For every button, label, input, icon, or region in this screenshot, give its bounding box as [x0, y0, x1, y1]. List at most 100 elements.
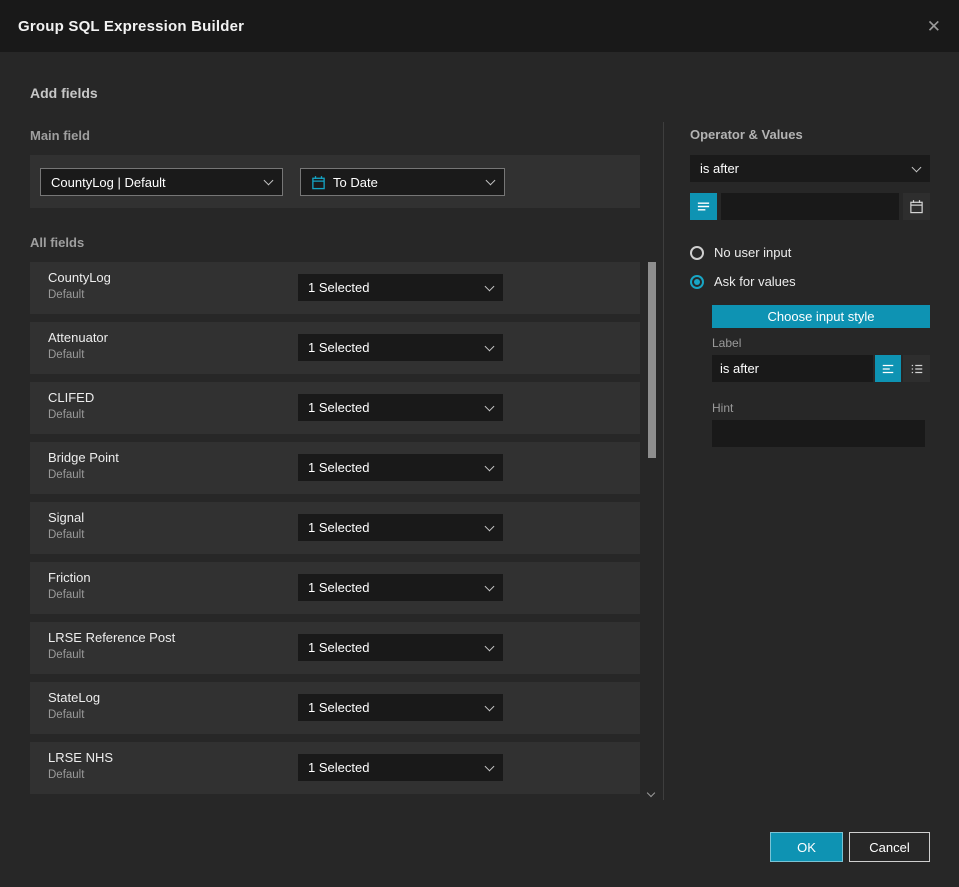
field-subtitle: Default: [48, 289, 85, 301]
chevron-down-icon: [484, 521, 495, 531]
field-selection-select[interactable]: 1 Selected: [298, 754, 503, 781]
list-scrollbar[interactable]: [648, 262, 656, 786]
field-subtitle: Default: [48, 649, 85, 661]
chevron-down-icon: [484, 461, 495, 471]
operator-values-heading: Operator & Values: [690, 127, 803, 142]
field-subtitle: Default: [48, 589, 85, 601]
label-input[interactable]: [712, 355, 873, 382]
chevron-down-icon: [484, 401, 495, 411]
all-fields-list: CountyLog Default 1 Selected Attenuator …: [30, 262, 640, 802]
field-selection-select[interactable]: 1 Selected: [298, 394, 503, 421]
date-picker-button[interactable]: [903, 193, 930, 220]
date-field-select-value: To Date: [333, 174, 378, 190]
dialog-titlebar: Group SQL Expression Builder ✕: [0, 0, 959, 52]
field-subtitle: Default: [48, 529, 85, 541]
ok-button[interactable]: OK: [770, 832, 843, 862]
operator-select-value: is after: [700, 161, 740, 176]
field-row: LRSE NHS Default 1 Selected: [30, 742, 640, 794]
chevron-down-icon: [484, 641, 495, 651]
hint-input[interactable]: [712, 420, 925, 447]
chevron-down-icon: [484, 581, 495, 591]
calendar-icon: [311, 175, 326, 190]
operator-select[interactable]: is after: [690, 155, 930, 182]
field-subtitle: Default: [48, 349, 85, 361]
radio-selected-icon: [690, 274, 704, 289]
chevron-down-icon: [484, 761, 495, 771]
field-selection-value: 1 Selected: [308, 520, 370, 535]
field-row: Bridge Point Default 1 Selected: [30, 442, 640, 494]
field-selection-value: 1 Selected: [308, 580, 370, 595]
field-name: Bridge Point: [48, 450, 119, 465]
all-fields-label: All fields: [30, 235, 85, 250]
field-name: LRSE Reference Post: [48, 630, 176, 645]
value-input[interactable]: [721, 193, 899, 220]
field-selection-select[interactable]: 1 Selected: [298, 514, 503, 541]
scrollbar-thumb[interactable]: [648, 262, 656, 458]
panel-divider: [663, 122, 664, 800]
field-subtitle: Default: [48, 709, 85, 721]
field-row: Signal Default 1 Selected: [30, 502, 640, 554]
field-subtitle: Default: [48, 769, 85, 781]
field-selection-value: 1 Selected: [308, 400, 370, 415]
main-field-select-value: CountyLog | Default: [51, 174, 166, 190]
field-selection-select[interactable]: 1 Selected: [298, 334, 503, 361]
list-input-icon: [910, 362, 924, 376]
field-selection-select[interactable]: 1 Selected: [298, 454, 503, 481]
field-selection-value: 1 Selected: [308, 640, 370, 655]
cancel-button[interactable]: Cancel: [849, 832, 930, 862]
calendar-icon: [909, 199, 924, 214]
field-selection-select[interactable]: 1 Selected: [298, 694, 503, 721]
chevron-down-icon: [263, 175, 274, 186]
main-field-label: Main field: [30, 128, 90, 143]
field-name: CountyLog: [48, 270, 111, 285]
field-subtitle: Default: [48, 409, 85, 421]
field-selection-value: 1 Selected: [308, 340, 370, 355]
field-selection-value: 1 Selected: [308, 280, 370, 295]
field-name: LRSE NHS: [48, 750, 114, 765]
label-field-label: Label: [712, 336, 742, 350]
ask-for-values-radio[interactable]: Ask for values: [690, 274, 796, 289]
scroll-down-icon[interactable]: [646, 788, 657, 800]
choose-input-style-button[interactable]: Choose input style: [712, 305, 930, 328]
no-user-input-radio[interactable]: No user input: [690, 245, 791, 260]
chevron-down-icon: [484, 701, 495, 711]
main-field-panel: CountyLog | Default To Date: [30, 155, 640, 208]
chevron-down-icon: [484, 281, 495, 291]
field-row: LRSE Reference Post Default 1 Selected: [30, 622, 640, 674]
add-fields-heading: Add fields: [30, 85, 98, 101]
hint-field-label: Hint: [712, 401, 734, 415]
close-icon[interactable]: ✕: [927, 18, 941, 35]
field-row: Attenuator Default 1 Selected: [30, 322, 640, 374]
radio-unselected-icon: [690, 245, 704, 260]
main-field-select[interactable]: CountyLog | Default: [40, 168, 283, 196]
list-input-style-button[interactable]: [903, 355, 930, 382]
chevron-down-icon: [484, 341, 495, 351]
field-row: Friction Default 1 Selected: [30, 562, 640, 614]
field-name: CLIFED: [48, 390, 95, 405]
field-name: StateLog: [48, 690, 101, 705]
chevron-down-icon: [485, 175, 496, 186]
single-line-input-icon: [881, 362, 895, 376]
dialog-title: Group SQL Expression Builder: [18, 17, 245, 35]
ask-for-values-label: Ask for values: [714, 274, 796, 289]
field-selection-value: 1 Selected: [308, 460, 370, 475]
no-user-input-label: No user input: [714, 245, 792, 260]
field-name: Attenuator: [48, 330, 108, 345]
list-input-toggle-button[interactable]: [690, 193, 717, 220]
field-row: StateLog Default 1 Selected: [30, 682, 640, 734]
group-sql-expression-builder-dialog: Group SQL Expression Builder ✕ Add field…: [0, 0, 959, 887]
field-selection-select[interactable]: 1 Selected: [298, 634, 503, 661]
field-selection-value: 1 Selected: [308, 700, 370, 715]
date-field-select[interactable]: To Date: [300, 168, 505, 196]
field-selection-value: 1 Selected: [308, 760, 370, 775]
field-row: CLIFED Default 1 Selected: [30, 382, 640, 434]
single-line-input-style-button[interactable]: [875, 355, 901, 382]
field-selection-select[interactable]: 1 Selected: [298, 574, 503, 601]
field-row: CountyLog Default 1 Selected: [30, 262, 640, 314]
field-name: Signal: [48, 510, 85, 525]
field-subtitle: Default: [48, 469, 85, 481]
list-icon: [696, 199, 711, 214]
field-name: Friction: [48, 570, 91, 585]
chevron-down-icon: [911, 162, 922, 172]
field-selection-select[interactable]: 1 Selected: [298, 274, 503, 301]
